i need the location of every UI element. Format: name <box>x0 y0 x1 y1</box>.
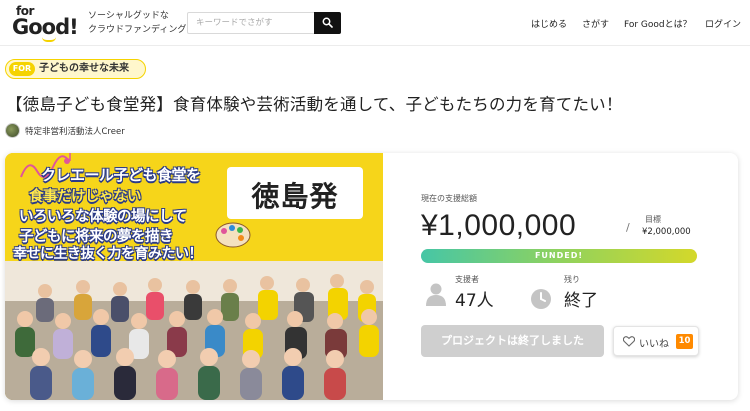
total-label: 現在の支援総額 <box>421 194 477 203</box>
nav-search[interactable]: さがす <box>582 17 609 30</box>
project-title: 【徳島子ども食堂発】食育体験や芸術活動を通して、子どもたちの力を育てたい！ <box>6 95 623 114</box>
project-card: クレエール子ども食堂を 食事だけじゃない いろいろな体験の場にして 子どもに将来… <box>5 153 738 400</box>
goal-amount: ¥2,000,000 <box>642 227 691 237</box>
logo-good-text: Good! <box>12 15 79 39</box>
project-hero-image: クレエール子ども食堂を 食事だけじゃない いろいろな体験の場にして 子どもに将来… <box>5 153 383 400</box>
funding-progress-bar: FUNDED! <box>421 249 697 263</box>
search-input[interactable] <box>188 13 316 33</box>
logo-smile-icon <box>42 37 56 42</box>
total-amount: ¥1,000,000 <box>421 209 577 242</box>
search-button[interactable] <box>314 12 341 34</box>
category-label: 子どもの幸せな未来 <box>39 63 129 74</box>
remaining-label: 残り <box>564 275 580 284</box>
goal-label: 目標 <box>645 215 661 224</box>
nav-login[interactable]: ログイン <box>705 17 741 30</box>
heart-icon <box>623 336 635 347</box>
hero-text-line-1: クレエール子ども食堂を <box>41 166 201 184</box>
palette-icon <box>215 222 251 248</box>
group-photo-people <box>5 261 383 400</box>
like-count-badge: 10 <box>676 334 693 349</box>
funding-stats: 現在の支援総額 ¥1,000,000 / 目標 ¥2,000,000 FUNDE… <box>383 153 738 400</box>
supporters-value: 47人 <box>455 291 494 311</box>
category-pill[interactable]: FOR 子どもの幸せな未来 <box>5 59 146 79</box>
hero-badge-text: 徳島発 <box>251 180 339 213</box>
nav-about[interactable]: For Goodとは？ <box>624 17 692 30</box>
search-box <box>187 12 341 34</box>
hero-text-line-2: 食事だけじゃない <box>29 189 142 205</box>
clock-icon <box>531 289 551 309</box>
funding-progress-text: FUNDED! <box>534 251 584 260</box>
site-logo[interactable]: for Good! <box>12 3 79 43</box>
tagline-line-1: ソーシャルグッドな <box>88 11 169 21</box>
nav-start[interactable]: はじめる <box>531 17 567 30</box>
remaining-value: 終了 <box>564 291 598 311</box>
group-photo <box>5 261 383 400</box>
site-tagline: ソーシャルグッドな クラウドファンディング <box>88 9 186 37</box>
like-label: いいね <box>639 339 669 350</box>
hero-text-line-5: 幸せに生き抜く力を育みたい！ <box>13 246 203 262</box>
tagline-line-2: クラウドファンディング <box>88 25 187 35</box>
site-header: for Good! ソーシャルグッドな クラウドファンディング はじめる さがす… <box>0 0 750 46</box>
supporters-label: 支援者 <box>455 275 479 284</box>
search-icon <box>322 17 333 28</box>
category-for-tag: FOR <box>9 62 35 76</box>
hero-text-line-3: いろいろな体験の場にして <box>19 209 187 225</box>
hero-location-badge: 徳島発 <box>227 167 363 219</box>
goal-separator: / <box>626 221 630 234</box>
project-ended-button[interactable]: プロジェクトは終了しました <box>421 325 604 357</box>
organization-name: 特定非営利活動法人Creer <box>25 127 125 137</box>
like-button[interactable]: いいね 10 <box>613 326 699 356</box>
organization-avatar <box>5 123 20 138</box>
supporters-icon <box>426 283 446 306</box>
